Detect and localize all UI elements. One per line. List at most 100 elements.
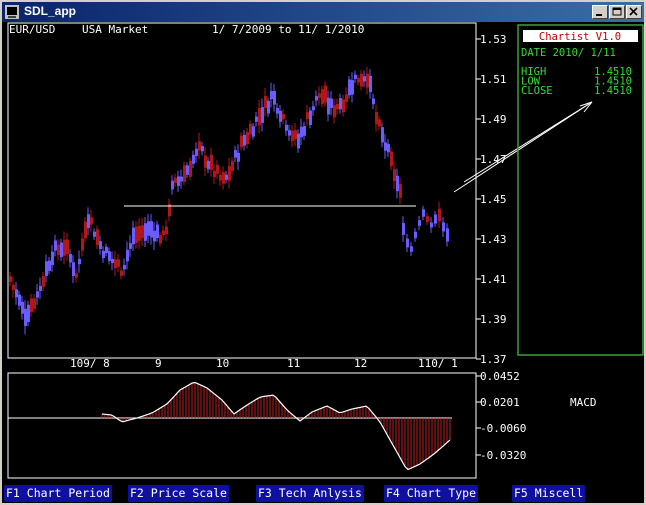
candle-body xyxy=(144,223,147,241)
candle-body xyxy=(264,96,267,109)
candle-body xyxy=(237,152,240,162)
candle-body xyxy=(21,301,24,314)
app-window: SDL_app EUR/USD USA Market 1/ 7/2009 to … xyxy=(0,0,646,505)
candle-body xyxy=(396,175,399,192)
candle-body xyxy=(111,258,114,263)
candle-body xyxy=(378,119,381,127)
candle-body xyxy=(422,209,425,217)
candle-body xyxy=(297,133,300,149)
macd-histogram xyxy=(101,382,451,470)
candle-body xyxy=(231,160,234,171)
candle-body xyxy=(285,124,288,131)
candle-body xyxy=(410,246,413,252)
candle-body xyxy=(393,169,396,182)
candle-body xyxy=(177,176,180,186)
chart-area: EUR/USD USA Market 1/ 7/2009 to 11/ 1/20… xyxy=(7,22,644,479)
candle-body xyxy=(318,93,321,98)
candle-body xyxy=(309,110,312,126)
candle-body xyxy=(273,91,276,105)
close-button[interactable] xyxy=(626,5,642,19)
candle-body xyxy=(372,98,375,105)
candle-body xyxy=(198,141,201,151)
candle-body xyxy=(201,146,204,152)
candle-body xyxy=(321,89,324,104)
candle-body xyxy=(327,97,330,115)
candle-body xyxy=(18,294,21,306)
maximize-button[interactable] xyxy=(609,5,625,19)
candle-body xyxy=(369,75,372,93)
candle-body xyxy=(426,216,429,222)
candle-body xyxy=(336,104,339,110)
candle-body xyxy=(129,243,132,249)
candle-body xyxy=(366,73,369,88)
candle-body xyxy=(402,223,405,235)
price-tick-label: 1.39 xyxy=(480,313,507,326)
candle-body xyxy=(33,298,36,309)
candle-body xyxy=(414,231,417,239)
candle-body xyxy=(345,94,348,102)
candle-body xyxy=(315,96,318,101)
candle-body xyxy=(216,164,219,174)
minimize-button[interactable] xyxy=(592,5,608,19)
candle-body xyxy=(135,226,138,244)
info-panel-title: Chartist V1.0 xyxy=(539,31,621,43)
candle-body xyxy=(15,289,18,298)
candle-body xyxy=(228,166,231,181)
candle-body xyxy=(270,90,273,100)
time-tick-label: 11 xyxy=(287,357,300,370)
candle-body xyxy=(234,150,237,158)
candle-body xyxy=(75,273,78,278)
candle-body xyxy=(276,107,279,114)
candle-body xyxy=(252,126,255,137)
f1-chart-period-button[interactable]: F1 Chart Period xyxy=(4,485,112,502)
time-tick-label: 9 xyxy=(155,357,162,370)
candle-body xyxy=(222,172,225,184)
candle-body xyxy=(213,171,216,177)
minimize-icon xyxy=(596,14,602,16)
f5-miscellaneous-button[interactable]: F5 Miscell xyxy=(512,485,586,502)
candle-body xyxy=(102,250,105,259)
f2-price-scale-button[interactable]: F2 Price Scale xyxy=(128,485,229,502)
candlestick-series xyxy=(9,66,449,335)
price-tick-label: 1.49 xyxy=(480,113,507,126)
price-chart-frame xyxy=(7,22,477,359)
time-tick-label: 109/ 8 xyxy=(70,357,110,370)
price-tick-label: 1.37 xyxy=(480,353,507,366)
candle-body xyxy=(375,112,378,125)
candle-body xyxy=(207,160,210,170)
candle-body xyxy=(147,221,150,236)
candle-body xyxy=(267,100,270,114)
candle-body xyxy=(446,228,449,242)
f4-chart-type-button[interactable]: F4 Chart Type xyxy=(384,485,479,502)
macd-axis: 0.0452 0.0201 -0.0060 -0.0320 xyxy=(476,370,526,462)
candle-body xyxy=(282,114,285,120)
candle-body xyxy=(60,242,63,258)
macd-tick-label: -0.0060 xyxy=(480,422,526,435)
candle-body xyxy=(303,125,306,136)
info-values: HIGH 1.4510LOW 1.4510CLOSE 1.4510 xyxy=(521,66,632,97)
candle-body xyxy=(434,214,437,224)
title-bar[interactable]: SDL_app xyxy=(2,2,644,22)
candle-body xyxy=(192,154,195,164)
time-tick-label: 110/ 1 xyxy=(418,357,458,370)
info-row-label: CLOSE xyxy=(521,85,553,97)
candle-body xyxy=(150,221,153,238)
candle-body xyxy=(39,285,42,291)
candle-body xyxy=(243,134,246,146)
candle-body xyxy=(348,79,351,96)
macd-tick-label: 0.0201 xyxy=(480,396,520,409)
candle-body xyxy=(300,126,303,138)
maximize-icon xyxy=(612,7,622,16)
candle-body xyxy=(117,259,120,267)
candle-body xyxy=(186,165,189,175)
candle-body xyxy=(418,220,421,226)
candle-body xyxy=(306,112,309,120)
candle-body xyxy=(399,184,402,198)
currency-pair: EUR/USD xyxy=(9,23,55,36)
f3-tech-analysis-button[interactable]: F3 Tech Anlysis xyxy=(256,485,364,502)
candle-body xyxy=(141,225,144,239)
candle-body xyxy=(351,80,354,95)
candle-body xyxy=(42,276,45,287)
candle-body xyxy=(126,249,129,262)
candle-body xyxy=(406,238,409,248)
